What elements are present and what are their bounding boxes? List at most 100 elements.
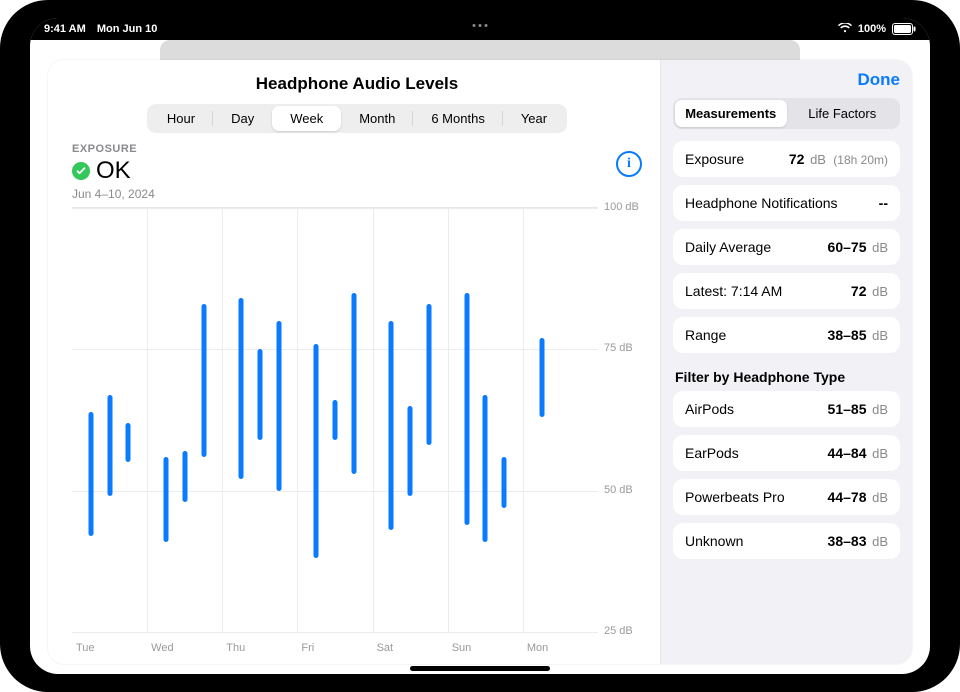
filter-label: Unknown — [685, 533, 743, 549]
tab-measurements[interactable]: Measurements — [675, 100, 787, 127]
time-range-segmented[interactable]: HourDayWeekMonth6 MonthsYear — [147, 104, 567, 133]
filter-row[interactable]: EarPods 44–84 dB — [673, 435, 900, 471]
filter-label: EarPods — [685, 445, 739, 461]
filter-label: Powerbeats Pro — [685, 489, 785, 505]
v-gridline — [297, 208, 298, 632]
measurement-label: Daily Average — [685, 239, 771, 255]
measurement-row[interactable]: Daily Average 60–75 dB — [673, 229, 900, 265]
filter-label: AirPods — [685, 401, 734, 417]
chart-bar[interactable] — [389, 321, 394, 530]
filter-value: 44–84 — [828, 445, 867, 461]
chart-bar[interactable] — [351, 293, 356, 474]
measurement-row[interactable]: Exposure 72 dB (18h 20m) — [673, 141, 900, 177]
chart-bar[interactable] — [163, 457, 168, 542]
v-gridline — [147, 208, 148, 632]
chart-bar[interactable] — [201, 304, 206, 457]
chart-bar[interactable] — [276, 321, 281, 491]
chart-y-axis: 25 dB50 dB75 dB100 dB — [598, 207, 642, 654]
tab-life-factors[interactable]: Life Factors — [787, 100, 899, 127]
filter-value: 51–85 — [828, 401, 867, 417]
status-bar: 9:41 AM Mon Jun 10 100% — [30, 18, 930, 40]
measurement-unit: dB — [806, 152, 826, 167]
side-panel: Done Measurements Life Factors Exposure 7… — [660, 60, 912, 664]
detail-sheet: Headphone Audio Levels HourDayWeekMonth6… — [48, 60, 912, 664]
chart-bar[interactable] — [257, 349, 262, 439]
chart-plot-area[interactable]: Tue Wed Thu Fri Sat Sun Mon — [72, 207, 598, 654]
x-tick: Fri — [301, 642, 314, 654]
x-tick: Tue — [76, 642, 95, 654]
filter-unit: dB — [868, 402, 888, 417]
done-button[interactable]: Done — [673, 70, 900, 90]
filter-row[interactable]: Powerbeats Pro44–78 dB — [673, 479, 900, 515]
screen: 9:41 AM Mon Jun 10 100% Headphone Audio … — [30, 18, 930, 674]
wifi-icon — [838, 23, 852, 36]
measurement-unit: dB — [868, 328, 888, 343]
y-tick: 75 dB — [604, 342, 633, 354]
filter-row[interactable]: AirPods 51–85 dB — [673, 391, 900, 427]
measurement-value: 60–75 — [828, 239, 867, 255]
time-seg-day[interactable]: Day — [213, 106, 272, 131]
measurement-value: 72 — [789, 151, 805, 167]
h-gridline — [72, 349, 598, 350]
measurement-label: Range — [685, 327, 726, 343]
measurement-unit: dB — [868, 240, 888, 255]
filter-unit: dB — [868, 534, 888, 549]
measurements-list: Exposure 72 dB (18h 20m) Headphone Notific… — [673, 141, 900, 361]
chart-bar[interactable] — [333, 400, 338, 440]
x-tick: Sun — [452, 642, 472, 654]
x-tick: Mon — [527, 642, 548, 654]
h-gridline — [72, 208, 598, 209]
chart-bar[interactable] — [126, 423, 131, 463]
chart-bar[interactable] — [539, 338, 544, 417]
ipad-frame: 9:41 AM Mon Jun 10 100% Headphone Audio … — [0, 0, 960, 692]
chart-bar[interactable] — [107, 395, 112, 497]
time-seg-year[interactable]: Year — [503, 106, 565, 131]
exposure-status-text: OK — [96, 157, 131, 185]
y-tick: 25 dB — [604, 625, 633, 637]
main-panel: Headphone Audio Levels HourDayWeekMonth6… — [48, 60, 660, 664]
battery-percent: 100% — [858, 23, 886, 35]
time-seg-hour[interactable]: Hour — [149, 106, 213, 131]
measurement-sub: (18h 20m) — [830, 153, 888, 167]
y-tick: 50 dB — [604, 484, 633, 496]
battery-icon — [892, 23, 916, 35]
filter-header: Filter by Headphone Type — [675, 369, 898, 385]
chart-bar[interactable] — [502, 457, 507, 508]
measurement-label: Headphone Notifications — [685, 195, 838, 211]
chart-bar[interactable] — [88, 412, 93, 536]
chart-bar[interactable] — [464, 293, 469, 525]
v-gridline — [222, 208, 223, 632]
status-date: Mon Jun 10 — [97, 23, 158, 35]
info-button[interactable]: i — [616, 151, 642, 177]
exposure-caption: EXPOSURE — [72, 143, 642, 155]
status-ok-icon — [72, 162, 90, 180]
side-tabs[interactable]: Measurements Life Factors — [673, 98, 900, 129]
chart-bar[interactable] — [408, 406, 413, 496]
filter-value: 38–83 — [828, 533, 867, 549]
chart-bar[interactable] — [483, 395, 488, 542]
chart-bar[interactable] — [182, 451, 187, 502]
time-seg-6-months[interactable]: 6 Months — [413, 106, 502, 131]
measurement-row[interactable]: Latest: 7:14 AM72 dB — [673, 273, 900, 309]
measurement-label: Exposure — [685, 151, 744, 167]
time-seg-month[interactable]: Month — [341, 106, 413, 131]
chart-bar[interactable] — [239, 298, 244, 479]
status-time: 9:41 AM — [44, 23, 86, 35]
chart-bar[interactable] — [314, 344, 319, 559]
chart-bar[interactable] — [426, 304, 431, 445]
filter-unit: dB — [868, 446, 888, 461]
time-seg-week[interactable]: Week — [272, 106, 341, 131]
h-gridline — [72, 632, 598, 633]
x-tick: Sat — [377, 642, 394, 654]
multitask-dots[interactable] — [473, 24, 488, 27]
x-tick: Wed — [151, 642, 173, 654]
x-tick: Thu — [226, 642, 245, 654]
measurement-row[interactable]: Headphone Notifications-- — [673, 185, 900, 221]
measurement-row[interactable]: Range38–85 dB — [673, 317, 900, 353]
chart[interactable]: TueWedThuFriSatSunMon 25 dB50 dB75 dB100… — [72, 207, 642, 654]
filter-row[interactable]: Unknown 38–83 dB — [673, 523, 900, 559]
home-indicator[interactable] — [410, 666, 550, 671]
page-title: Headphone Audio Levels — [72, 74, 642, 94]
v-gridline — [448, 208, 449, 632]
y-tick: 100 dB — [604, 201, 639, 213]
